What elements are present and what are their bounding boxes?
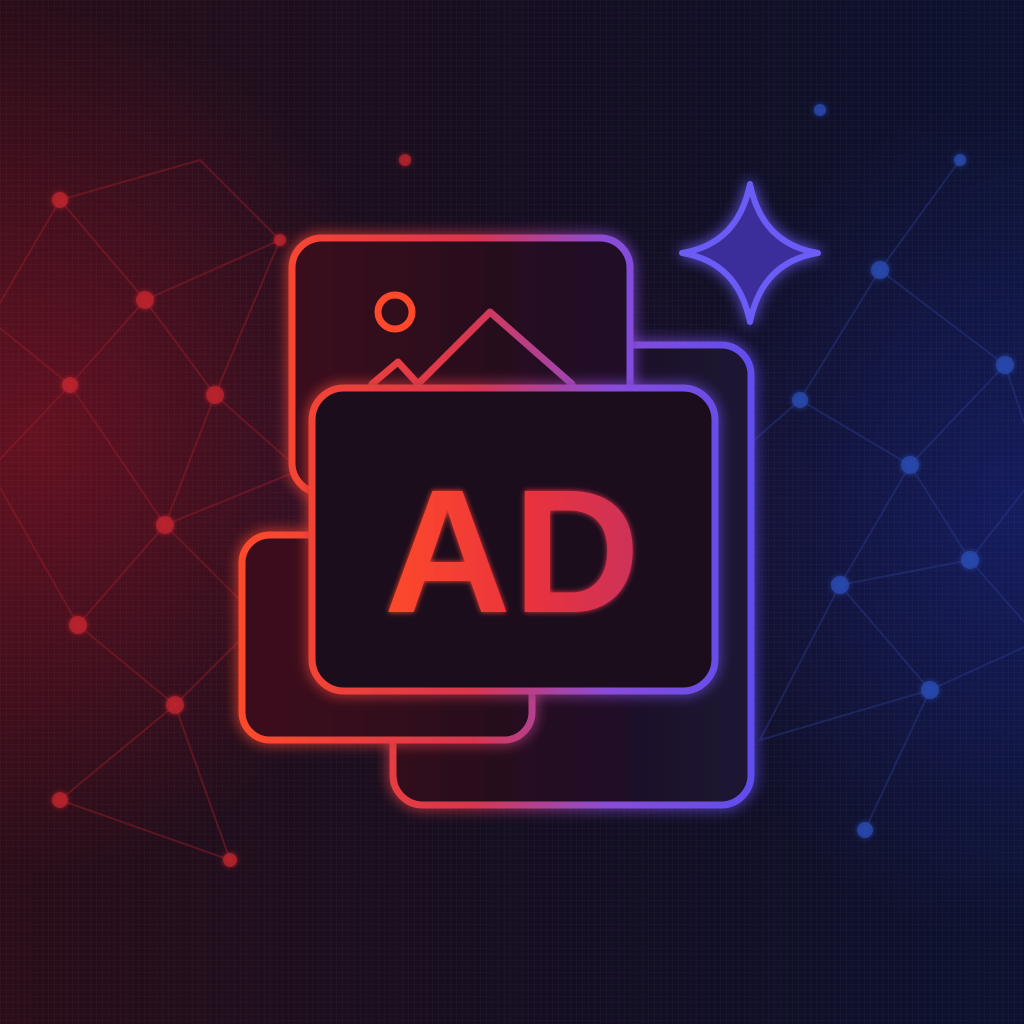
sparkle-icon <box>679 181 821 325</box>
ad-logo-art: AD <box>0 104 1024 867</box>
ad-logo-canvas: AD <box>0 0 1024 1024</box>
network-pattern-left <box>0 158 302 862</box>
ad-label: AD <box>384 454 642 650</box>
network-nodes-right <box>792 104 1014 838</box>
